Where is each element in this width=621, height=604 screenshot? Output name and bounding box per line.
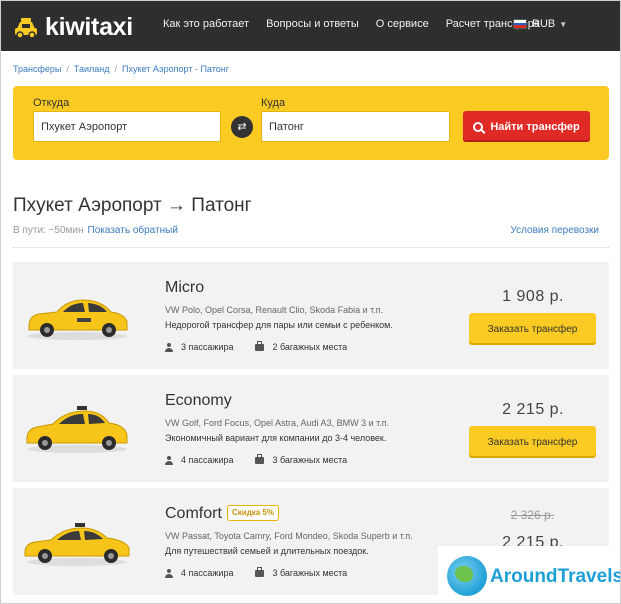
swap-icon[interactable]: ⇄ bbox=[231, 116, 253, 138]
nav-about[interactable]: О сервисе bbox=[376, 18, 429, 30]
card-title: Comfort bbox=[165, 505, 222, 522]
card-models: VW Passat, Toyota Camry, Ford Mondeo, Sk… bbox=[165, 531, 413, 541]
luggage-count: 3 багажных места bbox=[272, 568, 348, 578]
passengers-count: 4 пассажира bbox=[181, 455, 234, 465]
card-features: 4 пассажира 3 багажных места bbox=[165, 566, 348, 578]
route-duration: В пути: ~50мин bbox=[13, 225, 84, 236]
breadcrumb-transfers[interactable]: Трансферы bbox=[13, 64, 61, 74]
currency-label: RUB bbox=[532, 18, 556, 30]
logo[interactable]: kiwitaxi bbox=[13, 13, 133, 42]
card-description: Недорогой трансфер для пары или семьи с … bbox=[165, 320, 393, 330]
card-title: Micro bbox=[165, 279, 205, 296]
breadcrumb-separator: / bbox=[114, 64, 117, 74]
passenger-icon bbox=[165, 568, 173, 578]
card-description: Для путешествий семьей и длительных поез… bbox=[165, 546, 369, 556]
search-icon bbox=[473, 121, 484, 132]
nav-faq[interactable]: Вопросы и ответы bbox=[266, 18, 359, 30]
transfer-card-micro: Micro VW Polo, Opel Corsa, Renault Clio,… bbox=[13, 262, 609, 369]
breadcrumb-separator: / bbox=[66, 64, 69, 74]
globe-icon bbox=[447, 556, 487, 596]
from-label: Откуда bbox=[33, 97, 70, 109]
order-transfer-button[interactable]: Заказать трансфер bbox=[469, 313, 596, 345]
russia-flag-icon bbox=[513, 19, 527, 29]
breadcrumb-route[interactable]: Пхукет Аэропорт - Патонг bbox=[122, 64, 229, 74]
luggage-count: 3 багажных места bbox=[272, 455, 348, 465]
main-nav: Как это работает Вопросы и ответы О серв… bbox=[163, 18, 557, 30]
to-field[interactable]: Патонг bbox=[261, 111, 450, 142]
nav-how-it-works[interactable]: Как это работает bbox=[163, 18, 249, 30]
breadcrumb: Трансферы / Таиланд / Пхукет Аэропорт - Пато… bbox=[13, 64, 229, 74]
card-models: VW Golf, Ford Focus, Opel Astra, Audi A3… bbox=[165, 418, 390, 428]
card-features: 3 пассажира 2 багажных места bbox=[165, 340, 348, 352]
card-title: Economy bbox=[165, 392, 232, 409]
show-reverse-link[interactable]: Показать обратный bbox=[88, 225, 178, 236]
page-title: Пхукет Аэропорт → Патонг bbox=[13, 195, 252, 216]
taxi-logo-icon bbox=[13, 17, 39, 39]
price: 2 215 р. bbox=[502, 401, 564, 418]
top-header: kiwitaxi Как это работает Вопросы и отве… bbox=[1, 1, 620, 51]
passengers-count: 4 пассажира bbox=[181, 568, 234, 578]
old-price: 2 326 р. bbox=[510, 508, 554, 522]
transfer-card-economy: Economy VW Golf, Ford Focus, Opel Astra,… bbox=[13, 375, 609, 482]
luggage-icon bbox=[255, 566, 265, 577]
currency-selector[interactable]: RUB ▼ bbox=[513, 18, 567, 30]
find-transfer-label: Найти трансфер bbox=[490, 120, 580, 133]
from-field[interactable]: Пхукет Аэропорт bbox=[33, 111, 221, 142]
micro-car-icon bbox=[27, 299, 128, 340]
luggage-count: 2 багажных места bbox=[272, 342, 348, 352]
card-models: VW Polo, Opel Corsa, Renault Clio, Skoda… bbox=[165, 305, 384, 315]
to-label: Куда bbox=[261, 97, 286, 109]
divider bbox=[13, 247, 609, 248]
passengers-count: 3 пассажира bbox=[181, 342, 234, 352]
find-transfer-button[interactable]: Найти трансфер bbox=[463, 111, 590, 142]
watermark-text: AroundTravels bbox=[490, 566, 621, 587]
card-description: Экономичный вариант для компании до 3-4 … bbox=[165, 433, 387, 443]
discount-badge: Скидка 5% bbox=[227, 505, 280, 521]
comfort-car-icon bbox=[24, 523, 130, 566]
economy-car-icon bbox=[26, 406, 128, 453]
logo-text: kiwitaxi bbox=[45, 13, 133, 41]
breadcrumb-thailand[interactable]: Таиланд bbox=[74, 64, 110, 74]
route-meta: В пути: ~50мин Показать обратный bbox=[13, 225, 178, 236]
passenger-icon bbox=[165, 455, 173, 465]
page: kiwitaxi Как это работает Вопросы и отве… bbox=[0, 0, 621, 604]
order-transfer-button[interactable]: Заказать трансфер bbox=[469, 426, 596, 458]
luggage-icon bbox=[255, 340, 265, 351]
luggage-icon bbox=[255, 453, 265, 464]
passenger-icon bbox=[165, 342, 173, 352]
watermark: AroundTravels bbox=[438, 546, 621, 603]
price: 1 908 р. bbox=[502, 288, 564, 305]
conditions-link[interactable]: Условия перевозки bbox=[510, 225, 599, 236]
card-features: 4 пассажира 3 багажных места bbox=[165, 453, 348, 465]
chevron-down-icon: ▼ bbox=[559, 19, 568, 29]
search-panel: Откуда Пхукет Аэропорт ⇄ Куда Патонг Най… bbox=[13, 86, 609, 160]
